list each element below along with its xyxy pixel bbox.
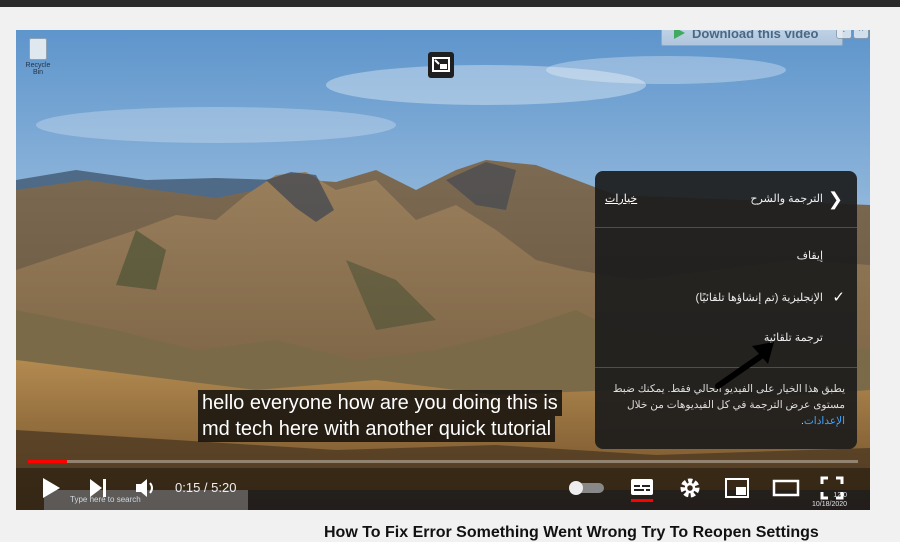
recycle-bin-desktop-icon: Recycle Bin [22,38,54,76]
subtitle-settings-panel: ❮ الترجمة والشرح خيارات إيقاف ✓ الإنجليز… [595,171,857,449]
next-icon[interactable] [88,477,110,499]
subtitle-option-off[interactable]: إيقاف [797,249,823,262]
video-title[interactable]: How To Fix Error Something Went Wrong Tr… [324,524,819,542]
annotation-arrow [715,342,774,389]
download-video-button[interactable]: Download this video [661,30,843,46]
gear-icon[interactable] [678,476,702,500]
captions: hello everyone how are you doing this is… [198,390,562,442]
recycle-bin-icon [29,38,47,60]
autoplay-toggle-icon[interactable] [568,480,606,496]
top-bar [0,0,900,7]
subtitles-icon[interactable] [629,476,655,502]
miniplayer-expand-icon[interactable] [428,52,454,78]
download-label: Download this video [692,30,819,41]
fullscreen-icon[interactable] [820,476,844,500]
progress-track[interactable] [28,460,858,463]
progress-fill [28,460,67,463]
theater-icon[interactable] [772,478,800,498]
options-link[interactable]: خيارات [605,192,637,205]
caption-line: hello everyone how are you doing this is [198,390,562,416]
play-icon[interactable] [40,476,62,500]
download-play-icon [674,30,685,39]
chevron-back-icon[interactable]: ❮ [828,189,843,210]
player-controls: 0:15 / 5:20 [16,468,870,510]
time-display: 0:15 / 5:20 [175,480,237,495]
caption-line: md tech here with another quick tutorial [198,416,556,442]
download-close-button[interactable]: × [853,30,869,39]
settings-link[interactable]: الإعدادات [804,415,845,427]
subtitle-option-english-auto[interactable]: الإنجليزية (تم إنشاؤها تلقائيًا) [696,291,823,304]
download-help-button[interactable]: ? [836,30,852,39]
miniplayer-icon[interactable] [724,477,750,499]
panel-header[interactable]: ❮ الترجمة والشرح خيارات [595,171,857,228]
check-icon: ✓ [832,289,845,306]
recycle-bin-label: Recycle Bin [25,62,51,76]
right-column [870,7,900,536]
video-player[interactable]: Recycle Bin Download this video ? × hell… [16,30,870,510]
panel-title: الترجمة والشرح [750,193,823,205]
volume-icon[interactable] [134,477,158,499]
